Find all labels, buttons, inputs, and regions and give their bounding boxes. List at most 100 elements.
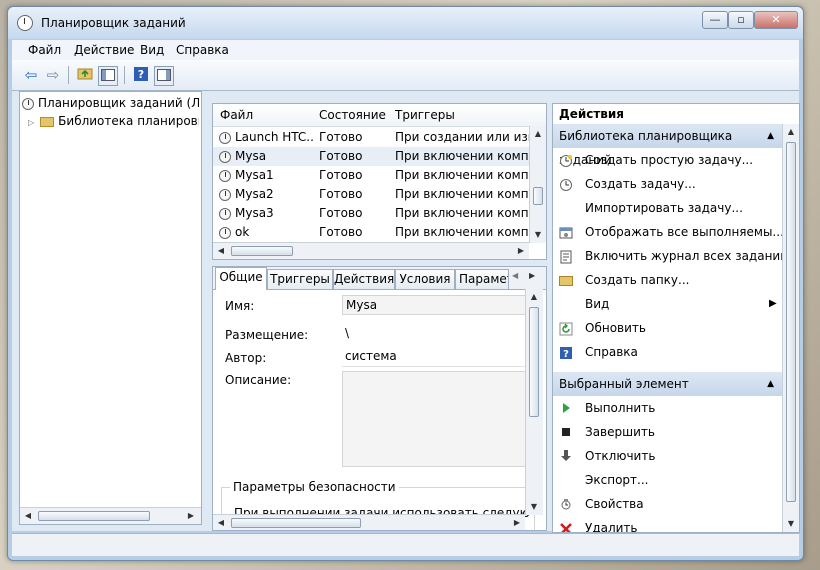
task-scheduler-icon: [17, 15, 33, 31]
scroll-up-icon[interactable]: ▲: [783, 124, 799, 140]
task-list: Файл Состояние Триггеры Launch HTC... Гот…: [212, 103, 547, 260]
section-label: Выбранный элемент: [559, 377, 689, 391]
scroll-thumb[interactable]: [231, 246, 293, 256]
action-item[interactable]: Свойства: [553, 492, 782, 516]
task-row[interactable]: ok Готово При включении компь: [213, 223, 529, 242]
action-item[interactable]: Экспорт...: [553, 468, 782, 492]
tree-item-root[interactable]: Планировщик заданий (Лок: [22, 94, 199, 112]
action-label: Отображать все выполняемы...: [585, 225, 784, 239]
scroll-down-icon[interactable]: ▼: [530, 227, 546, 243]
task-state: Готово: [319, 130, 363, 144]
scroll-down-icon[interactable]: ▼: [783, 516, 799, 532]
horizontal-scrollbar[interactable]: ◀ ▶: [20, 507, 201, 524]
scroll-left-icon[interactable]: ◀: [20, 508, 36, 524]
menu-file[interactable]: Файл: [28, 43, 61, 57]
scroll-right-icon[interactable]: ▶: [513, 243, 529, 259]
horizontal-scrollbar[interactable]: ◀ ▶: [213, 242, 529, 259]
tab-scroll-right-icon[interactable]: ▶: [529, 271, 535, 280]
toolbar-separator: [124, 66, 125, 84]
running-tasks-icon: [559, 226, 573, 239]
column-header-triggers[interactable]: Триггеры: [395, 108, 455, 122]
help-icon[interactable]: ?: [132, 66, 150, 84]
scroll-thumb[interactable]: [529, 307, 539, 417]
scroll-left-icon[interactable]: ◀: [213, 243, 229, 259]
scroll-thumb[interactable]: [786, 142, 796, 502]
close-button[interactable]: ✕: [754, 11, 798, 29]
column-header-state[interactable]: Состояние: [319, 108, 386, 122]
actions-section-selected[interactable]: Выбранный элемент ▲: [553, 372, 782, 396]
action-item[interactable]: Удалить: [553, 516, 782, 532]
action-item[interactable]: Импортировать задачу...: [553, 196, 782, 220]
vertical-scrollbar[interactable]: ▲ ▼: [782, 124, 799, 532]
actions-section-library[interactable]: Библиотека планировщика заданий ▲: [553, 124, 782, 167]
new-folder-icon: [559, 274, 573, 286]
action-item[interactable]: ? Справка: [553, 340, 782, 364]
back-arrow-icon[interactable]: ⇦: [22, 66, 40, 84]
scroll-left-icon[interactable]: ◀: [213, 515, 229, 530]
scroll-right-icon[interactable]: ▶: [183, 508, 199, 524]
scroll-thumb[interactable]: [533, 187, 543, 205]
properties-icon: [559, 498, 573, 510]
collapse-arrow-icon[interactable]: ▲: [767, 124, 774, 148]
task-trigger: При включении компь: [395, 225, 529, 239]
menu-action[interactable]: Действие: [74, 43, 134, 57]
tab-conditions[interactable]: Условия: [395, 269, 455, 289]
task-row[interactable]: Mysa Готово При включении компь: [213, 147, 529, 166]
minimize-button[interactable]: —: [702, 11, 728, 29]
scroll-right-icon[interactable]: ▶: [509, 515, 525, 530]
forward-arrow-icon[interactable]: ⇨: [44, 66, 62, 84]
tree-item-library[interactable]: ▷ Библиотека планировщ: [28, 112, 199, 130]
description-field[interactable]: [342, 371, 526, 467]
task-row[interactable]: Mysa3 Готово При включении компь: [213, 204, 529, 223]
action-item[interactable]: Включить журнал всех заданий: [553, 244, 788, 268]
show-hide-action-pane-icon[interactable]: [154, 66, 174, 86]
action-label: Импортировать задачу...: [585, 201, 743, 215]
submenu-arrow-icon: ▶: [769, 298, 777, 309]
scroll-up-icon[interactable]: ▲: [526, 289, 542, 305]
menu-help[interactable]: Справка: [176, 43, 229, 57]
task-icon: [219, 226, 231, 239]
task-row[interactable]: Launch HTC... Готово При создании или изме: [213, 128, 529, 147]
tab-triggers[interactable]: Триггеры: [267, 269, 333, 289]
up-folder-icon[interactable]: [76, 66, 94, 84]
vertical-scrollbar[interactable]: ▲ ▼: [525, 289, 543, 515]
tab-general[interactable]: Общие: [215, 267, 267, 290]
description-label: Описание:: [225, 373, 292, 387]
scroll-up-icon[interactable]: ▲: [530, 126, 546, 142]
expand-arrow-icon[interactable]: ▷: [28, 118, 34, 127]
scroll-down-icon[interactable]: ▼: [526, 499, 542, 515]
horizontal-scrollbar[interactable]: ◀ ▶: [213, 514, 525, 530]
task-name: Mysa1: [235, 168, 274, 182]
show-hide-tree-icon[interactable]: [98, 66, 118, 86]
collapse-arrow-icon[interactable]: ▲: [767, 372, 774, 396]
action-item[interactable]: Обновить: [553, 316, 782, 340]
title-bar: Планировщик заданий — ▫ ✕: [8, 7, 803, 39]
name-field[interactable]: Mysa: [342, 295, 526, 315]
vertical-scrollbar[interactable]: ▲ ▼: [529, 126, 546, 243]
action-item[interactable]: Вид ▶: [553, 292, 782, 316]
action-item[interactable]: Завершить: [553, 420, 782, 444]
action-item[interactable]: Выполнить: [553, 396, 782, 420]
column-header-name[interactable]: Файл: [220, 108, 253, 122]
scroll-thumb[interactable]: [231, 518, 361, 528]
action-item[interactable]: Отображать все выполняемы...: [553, 220, 784, 244]
action-item[interactable]: Создать папку...: [553, 268, 782, 292]
console-tree: Планировщик заданий (Лок ▷ Библиотека пла…: [19, 91, 202, 525]
task-row[interactable]: Mysa2 Готово При включении компь: [213, 185, 529, 204]
task-state: Готово: [319, 187, 363, 201]
create-task-icon: [559, 178, 573, 191]
tab-scroll-left-icon[interactable]: ◀: [512, 271, 518, 280]
status-bar: [12, 533, 799, 556]
task-trigger: При включении компь: [395, 168, 529, 182]
menu-view[interactable]: Вид: [140, 43, 164, 57]
action-item[interactable]: Создать простую задачу...: [553, 148, 782, 172]
action-item[interactable]: Создать задачу...: [553, 172, 782, 196]
maximize-button[interactable]: ▫: [728, 11, 754, 29]
task-row[interactable]: Mysa1 Готово При включении компь: [213, 166, 529, 185]
tab-settings[interactable]: Парамет: [455, 269, 509, 289]
delete-icon: [559, 522, 573, 532]
scroll-thumb[interactable]: [38, 511, 150, 521]
action-item[interactable]: Отключить: [553, 444, 782, 468]
toolbar: ⇦ ⇨ ?: [12, 60, 799, 91]
tab-actions[interactable]: Действия: [333, 269, 395, 289]
